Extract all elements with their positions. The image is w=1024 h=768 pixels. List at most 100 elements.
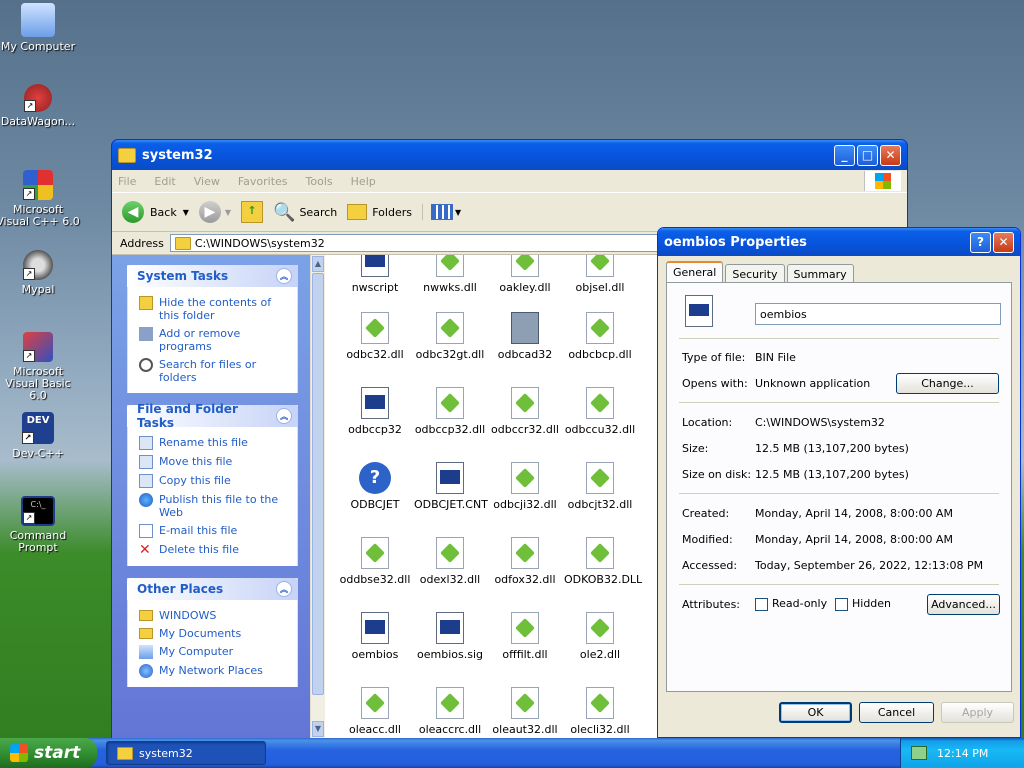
file-item[interactable]: odbccp32 [339,387,411,436]
network-icon[interactable] [911,746,927,760]
minimize-button[interactable]: _ [834,144,855,166]
close-button[interactable]: ✕ [880,144,901,166]
file-item[interactable]: odbc32gt.dll [414,312,486,361]
scroll-down-icon[interactable]: ▼ [312,721,324,737]
place-windows[interactable]: WINDOWS [139,609,288,622]
file-item[interactable]: odbcbcp.dll [564,312,636,361]
type-value: BIN File [755,351,796,364]
scrollbar-thumb[interactable] [312,273,324,695]
desktop-icon-datawagon[interactable]: ↗ DataWagon... [0,84,81,128]
readonly-checkbox[interactable]: Read-only [755,597,827,611]
maximize-button[interactable]: □ [857,144,878,166]
panel-title: File and Folder Tasks [137,402,238,430]
folders-button[interactable]: Folders [347,204,412,220]
file-item[interactable]: odbccr32.dll [489,387,561,436]
address-field[interactable]: C:\WINDOWS\system32 [169,234,670,252]
start-button[interactable]: start [0,738,97,768]
file-item[interactable]: oembios.sig [414,612,486,661]
views-button[interactable]: ▼ [421,204,461,220]
search-button[interactable]: 🔍 Search [273,202,337,223]
close-button[interactable]: ✕ [993,231,1014,253]
desktop-icon-devcpp[interactable]: DEV ↗ Dev-C++ [0,412,81,460]
menu-file[interactable]: File [118,175,136,188]
system-tasks-header[interactable]: System Tasks ︽ [127,265,298,287]
up-button[interactable]: ↑ [241,201,264,223]
other-places-header[interactable]: Other Places ︽ [127,578,298,600]
menu-help[interactable]: Help [351,175,376,188]
menu-tools[interactable]: Tools [306,175,333,188]
file-item[interactable]: ODBCJET.CNT [414,462,488,511]
task-rename[interactable]: Rename this file [139,436,288,450]
collapse-icon[interactable]: ︽ [276,408,292,424]
explorer-titlebar[interactable]: system32 _ □ ✕ [112,140,907,170]
advanced-button[interactable]: Advanced... [927,594,1000,615]
back-button[interactable]: ◀ Back ▼ [122,201,189,223]
task-add-remove-programs[interactable]: Add or remove programs [139,327,288,353]
scroll-up-icon[interactable]: ▲ [312,256,324,272]
tab-summary[interactable]: Summary [786,264,854,284]
task-publish-web[interactable]: Publish this file to the Web [139,493,288,519]
file-item[interactable]: oakley.dll [489,255,561,294]
menu-view[interactable]: View [194,175,220,188]
menu-edit[interactable]: Edit [154,175,175,188]
hidden-checkbox[interactable]: Hidden [835,597,891,611]
desktop-icon-visual-basic[interactable]: ↗ Microsoft Visual Basic 6.0 [0,332,81,402]
file-item[interactable]: nwscript [339,255,411,294]
file-item[interactable]: odbccp32.dll [414,387,486,436]
task-move[interactable]: Move this file [139,455,288,469]
file-item[interactable]: odbccu32.dll [564,387,636,436]
desktop-icon-visual-cpp[interactable]: ↗ Microsoft Visual C++ 6.0 [0,170,81,228]
task-label: E-mail this file [159,524,238,537]
file-item[interactable]: odbcad32 [489,312,561,361]
task-pane: System Tasks ︽ Hide the contents of this… [112,255,310,738]
file-item[interactable]: oleaut32.dll [489,687,561,736]
change-button[interactable]: Change... [896,373,999,394]
file-item[interactable]: odbc32.dll [339,312,411,361]
system-tray: 12:14 PM [900,738,1024,768]
apply-button[interactable]: Apply [941,702,1014,723]
file-item[interactable]: odbcjt32.dll [564,462,636,511]
task-search-files[interactable]: Search for files or folders [139,358,288,384]
forward-button[interactable]: ▶ ▼ [198,201,231,223]
collapse-icon[interactable]: ︽ [276,581,292,597]
file-item[interactable]: odfox32.dll [489,537,561,586]
file-item[interactable]: objsel.dll [564,255,636,294]
task-hide-contents[interactable]: Hide the contents of this folder [139,296,288,322]
file-item[interactable]: ODKOB32.DLL [564,537,642,586]
filename-field[interactable]: oembios [755,303,1001,325]
file-item[interactable]: oleaccrc.dll [414,687,486,736]
dialog-titlebar[interactable]: oembios Properties ? ✕ [658,228,1020,256]
file-item[interactable]: odbcji32.dll [489,462,561,511]
task-delete[interactable]: ✕ Delete this file [139,543,288,557]
ok-button[interactable]: OK [779,702,852,723]
cancel-button[interactable]: Cancel [859,702,934,723]
place-my-documents[interactable]: My Documents [139,627,288,640]
tab-security[interactable]: Security [725,264,785,284]
desktop-icon-command-prompt[interactable]: C:\_ ↗ Command Prompt [0,496,81,554]
task-copy[interactable]: Copy this file [139,474,288,488]
place-my-computer[interactable]: My Computer [139,645,288,659]
file-item[interactable]: oleacc.dll [339,687,411,736]
desktop-icon-mypal[interactable]: ↗ Mypal [0,250,81,296]
task-email[interactable]: E-mail this file [139,524,288,538]
clock[interactable]: 12:14 PM [937,747,988,760]
tab-general[interactable]: General [666,261,724,284]
file-item[interactable]: ? ODBCJET [339,462,411,511]
file-item[interactable]: oembios [339,612,411,661]
dll-file-icon [361,537,389,569]
vertical-scrollbar[interactable]: ▲ ▼ [310,255,325,738]
file-item[interactable]: odexl32.dll [414,537,486,586]
file-item[interactable]: ole2.dll [564,612,636,661]
file-label: objsel.dll [575,281,625,294]
taskbar-item-system32[interactable]: system32 [106,741,266,765]
collapse-icon[interactable]: ︽ [276,268,292,284]
help-button[interactable]: ? [970,231,991,253]
file-item[interactable]: olecli32.dll [564,687,636,736]
place-network[interactable]: My Network Places [139,664,288,678]
desktop-icon-my-computer[interactable]: My Computer [0,3,81,53]
file-folder-tasks-header[interactable]: File and Folder Tasks ︽ [127,402,298,430]
file-item[interactable]: offfilt.dll [489,612,561,661]
file-item[interactable]: oddbse32.dll [339,537,411,586]
file-item[interactable]: nwwks.dll [414,255,486,294]
menu-favorites[interactable]: Favorites [238,175,288,188]
